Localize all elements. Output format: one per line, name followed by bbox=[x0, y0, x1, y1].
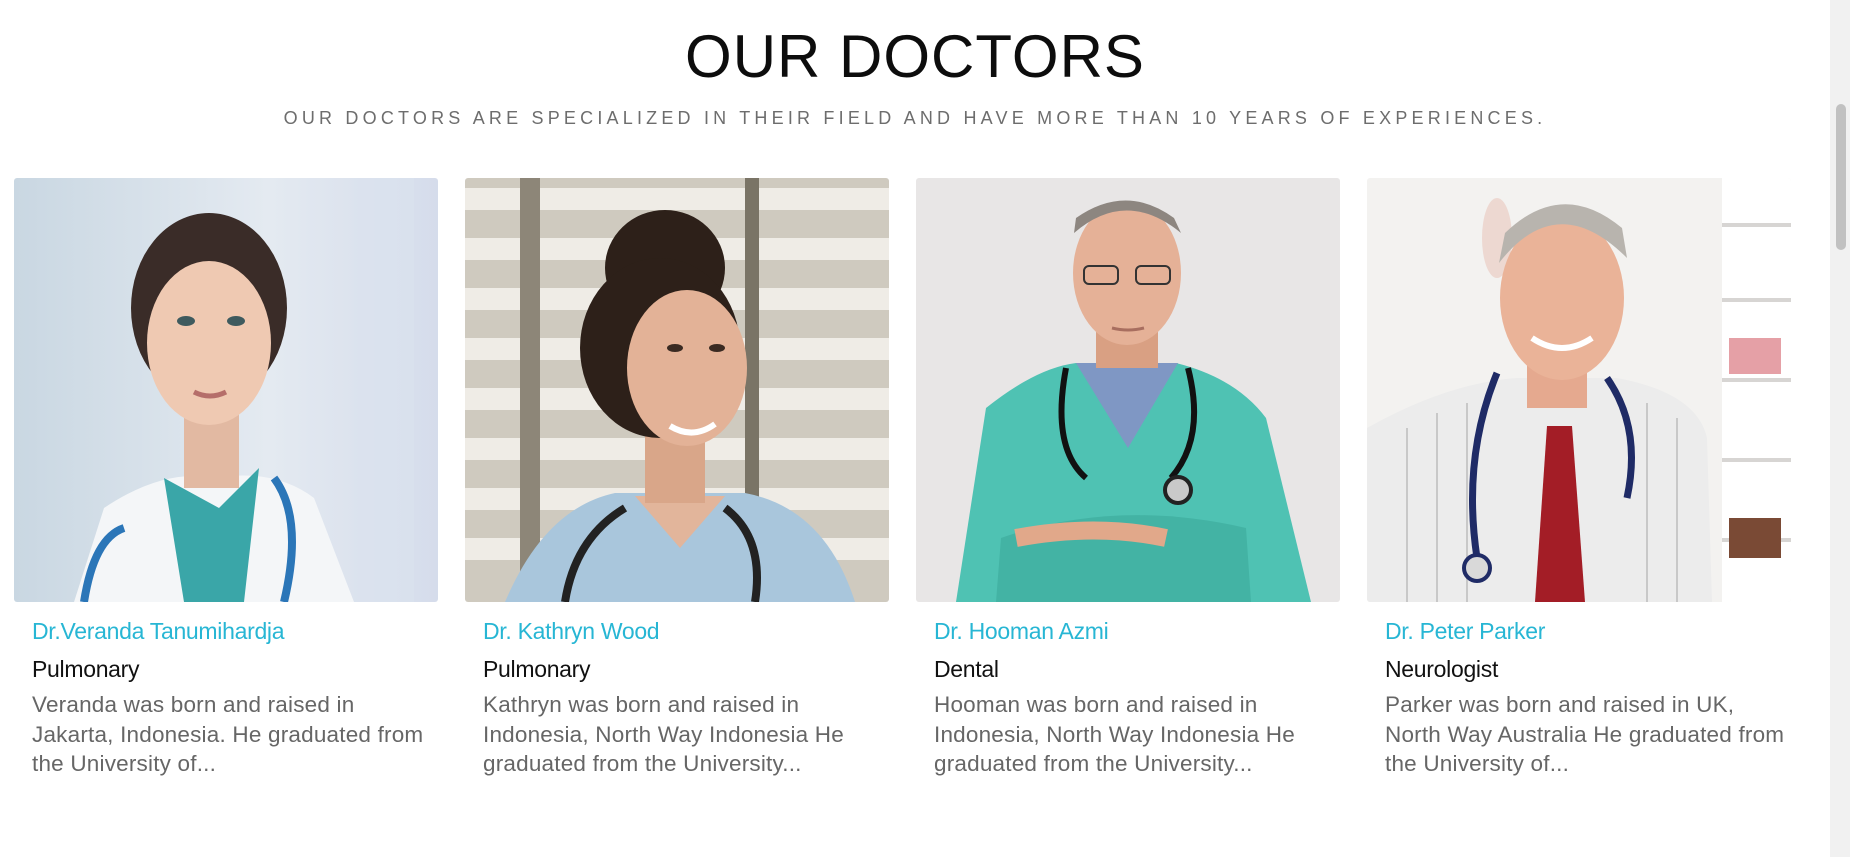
doctor-card[interactable]: Dr. Kathryn Wood Pulmonary Kathryn was b… bbox=[465, 178, 889, 776]
doctor-photo-image bbox=[916, 178, 1340, 602]
doctor-card[interactable]: Dr. Hooman Azmi Dental Hooman was born a… bbox=[916, 178, 1340, 776]
doctor-bio: Hooman was born and raised in Indonesia,… bbox=[934, 692, 1295, 776]
doctors-section: OUR DOCTORS OUR DOCTORS ARE SPECIALIZED … bbox=[0, 0, 1830, 857]
doctor-photo-image bbox=[465, 178, 889, 602]
doctor-bio: Parker was born and raised in UK, North … bbox=[1385, 692, 1785, 776]
doctor-name[interactable]: Dr. Kathryn Wood bbox=[483, 618, 660, 645]
doctor-photo[interactable] bbox=[916, 178, 1340, 602]
doctor-card[interactable]: Dr. Peter Parker Neurologist Parker was … bbox=[1367, 178, 1791, 776]
scrollbar-thumb[interactable] bbox=[1836, 104, 1846, 250]
doctor-photo[interactable] bbox=[465, 178, 889, 602]
doctor-specialty: Neurologist bbox=[1385, 656, 1499, 682]
doctor-name[interactable]: Dr. Peter Parker bbox=[1385, 618, 1545, 645]
doctor-photo-image bbox=[14, 178, 438, 602]
doctor-name[interactable]: Dr.Veranda Tanumihardja bbox=[32, 618, 285, 645]
doctor-photo[interactable] bbox=[1367, 178, 1791, 602]
doctor-photo[interactable] bbox=[14, 178, 438, 602]
page-scrollbar[interactable] bbox=[1830, 0, 1850, 857]
doctor-specialty: Dental bbox=[934, 656, 999, 682]
doctor-specialty: Pulmonary bbox=[32, 656, 140, 682]
doctor-bio: Kathryn was born and raised in Indonesia… bbox=[483, 692, 844, 776]
doctor-specialty: Pulmonary bbox=[483, 656, 591, 682]
doctor-bio: Veranda was born and raised in Jakarta, … bbox=[32, 692, 424, 776]
doctor-photo-image bbox=[1367, 178, 1791, 602]
section-title: OUR DOCTORS bbox=[685, 23, 1145, 90]
doctor-card[interactable]: Dr.Veranda Tanumihardja Pulmonary Verand… bbox=[14, 178, 438, 776]
doctor-name[interactable]: Dr. Hooman Azmi bbox=[934, 618, 1109, 645]
section-subtitle: OUR DOCTORS ARE SPECIALIZED IN THEIR FIE… bbox=[283, 108, 1547, 128]
